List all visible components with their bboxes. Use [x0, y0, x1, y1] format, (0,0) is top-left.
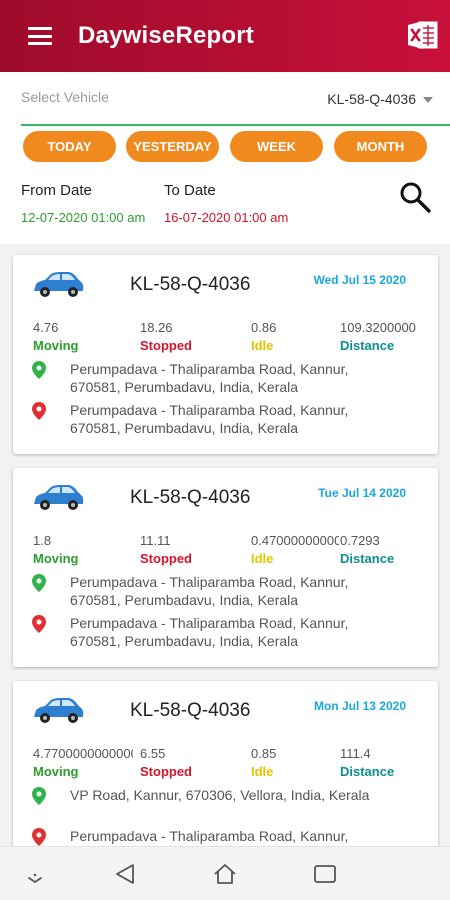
month-button[interactable]: MONTH — [334, 131, 427, 162]
page-title: DaywiseReport — [78, 22, 254, 49]
back-icon[interactable] — [112, 861, 138, 887]
distance-value: 109.3200000 — [340, 320, 416, 335]
search-icon[interactable] — [398, 180, 432, 214]
moving-label: Moving — [33, 338, 79, 353]
stopped-value: 18.26 — [140, 320, 173, 335]
excel-icon[interactable] — [406, 18, 440, 52]
distance-value: 111.4 — [340, 746, 371, 761]
start-address: Perumpadava - Thaliparamba Road, Kannur,… — [70, 574, 349, 608]
select-vehicle-label: Select Vehicle — [21, 89, 109, 105]
from-date-label: From Date — [21, 182, 92, 199]
distance-label: Distance — [340, 338, 395, 353]
distance-label: Distance — [340, 764, 395, 779]
idle-label: Idle — [251, 764, 274, 779]
vehicle-plate: KL-58-Q-4036 — [130, 700, 251, 721]
stopped-label: Stopped — [140, 551, 192, 566]
start-location-pin-icon — [32, 361, 46, 379]
moving-value: 4.7700000000000 — [33, 746, 133, 761]
idle-value: 0.85 — [251, 746, 277, 761]
stopped-value: 11.11 — [140, 533, 171, 548]
end-address: Perumpadava - Thaliparamba Road, Kannur,… — [70, 402, 349, 436]
app-bar: DaywiseReport — [0, 0, 450, 72]
car-icon — [34, 485, 84, 510]
home-icon[interactable] — [212, 861, 238, 887]
start-address: VP Road, Kannur, 670306, Vellora, India,… — [70, 787, 370, 803]
chevron-down-icon[interactable] — [423, 97, 433, 103]
start-address: Perumpadava - Thaliparamba Road, Kannur,… — [70, 361, 349, 395]
moving-value: 1.8 — [33, 533, 52, 548]
idle-value: 0.4700000000000000 — [251, 533, 339, 548]
start-location-pin-icon — [32, 787, 46, 805]
stopped-value: 6.55 — [140, 746, 166, 761]
to-date-value[interactable]: 16-07-2020 01:00 am — [164, 210, 288, 225]
end-address: Perumpadava - Thaliparamba Road, Kannur,… — [70, 615, 349, 649]
report-date: Mon Jul 13 2020 — [313, 699, 406, 713]
vehicle-plate: KL-58-Q-4036 — [130, 274, 251, 295]
distance-value: 0.7293 — [340, 533, 380, 548]
vehicle-dropdown[interactable]: KL-58-Q-4036 — [327, 91, 416, 107]
distance-label: Distance — [340, 551, 395, 566]
filter-panel: Select Vehicle KL-58-Q-4036 TODAY YESTER… — [0, 72, 450, 244]
week-button[interactable]: WEEK — [230, 131, 323, 162]
moving-value: 4.76 — [33, 320, 59, 335]
report-card[interactable]: KL-58-Q-4036 Mon Jul 13 2020 4.770000000… — [13, 681, 438, 871]
idle-label: Idle — [251, 338, 274, 353]
stopped-label: Stopped — [140, 338, 192, 353]
start-location-pin-icon — [32, 574, 46, 592]
recents-icon[interactable] — [312, 861, 338, 887]
moving-label: Moving — [33, 764, 79, 779]
report-date: Wed Jul 15 2020 — [313, 273, 407, 287]
report-card[interactable]: KL-58-Q-4036 Tue Jul 14 2020 1.8 11.11 0… — [13, 468, 438, 667]
report-card[interactable]: KL-58-Q-4036 Wed Jul 15 2020 4.76 18.26 … — [13, 255, 438, 454]
report-date: Tue Jul 14 2020 — [318, 486, 406, 500]
end-location-pin-icon — [32, 615, 46, 633]
end-location-pin-icon — [32, 828, 46, 846]
from-date-value[interactable]: 12-07-2020 01:00 am — [21, 210, 145, 225]
car-icon — [34, 698, 84, 723]
collapse-icon[interactable] — [22, 861, 48, 887]
moving-label: Moving — [33, 551, 79, 566]
select-underline — [21, 124, 450, 126]
vehicle-plate: KL-58-Q-4036 — [130, 487, 251, 508]
yesterday-button[interactable]: YESTERDAY — [126, 131, 219, 162]
idle-value: 0.86 — [251, 320, 277, 335]
idle-label: Idle — [251, 551, 274, 566]
system-nav-bar — [0, 846, 450, 900]
car-icon — [34, 272, 84, 297]
end-location-pin-icon — [32, 402, 46, 420]
to-date-label: To Date — [164, 182, 216, 199]
menu-icon[interactable] — [28, 27, 52, 45]
today-button[interactable]: TODAY — [23, 131, 116, 162]
stopped-label: Stopped — [140, 764, 192, 779]
